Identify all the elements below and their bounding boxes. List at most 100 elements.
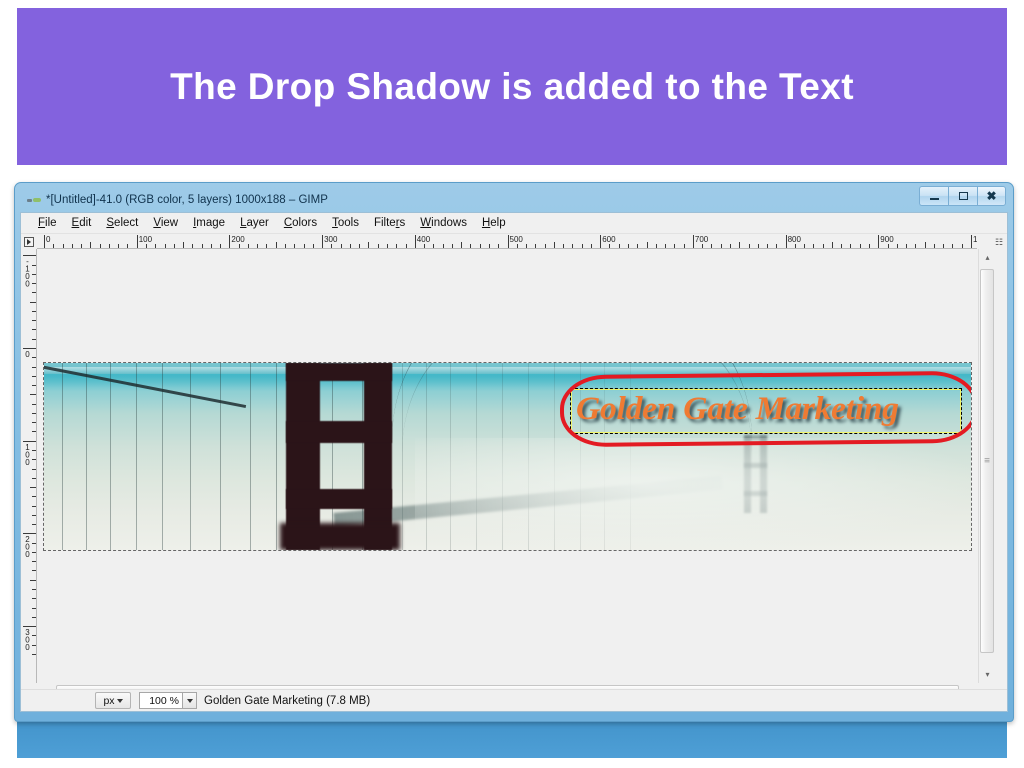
ruler-label: 800 xyxy=(787,235,801,244)
ruler-tick xyxy=(331,244,333,248)
vertical-ruler[interactable]: -100 0 100 200 300 xyxy=(21,249,37,683)
close-button[interactable]: ✖ xyxy=(977,186,1006,206)
ruler-tick xyxy=(32,598,36,600)
zoom-image-icon: ☷ xyxy=(994,236,1004,247)
ruler-tick xyxy=(563,244,565,248)
tower-crossbeam xyxy=(286,421,392,443)
ruler-tick xyxy=(238,244,240,248)
ruler-label: 0 xyxy=(46,235,51,244)
ruler-tick xyxy=(32,542,36,544)
ruler-tick xyxy=(739,242,741,248)
zoom-dropdown-button[interactable] xyxy=(183,692,197,709)
ruler-tick xyxy=(32,422,36,424)
vertical-scrollbar[interactable]: ▴ ▾ xyxy=(978,249,995,683)
ruler-tick xyxy=(869,244,871,248)
ruler-label: 300 xyxy=(23,628,32,651)
ruler-tick xyxy=(896,244,898,248)
ruler-tick xyxy=(247,244,249,248)
ruler-tick xyxy=(118,244,120,248)
ruler-tick xyxy=(155,244,157,248)
suspension-cable xyxy=(332,363,333,550)
ruler-tick xyxy=(813,244,815,248)
zoom-image-button[interactable]: ☷ xyxy=(991,235,1007,249)
ruler-tick xyxy=(303,244,305,248)
ruler-tick xyxy=(32,375,36,377)
vertical-scroll-thumb[interactable] xyxy=(980,269,994,653)
canvas-viewport[interactable]: Golden Gate Marketing xyxy=(38,250,977,683)
ruler-tick xyxy=(23,348,36,349)
ruler-tick xyxy=(507,235,509,248)
horizontal-ruler[interactable]: 0 100 200 300 400 500 600 700 800 900 1000 xyxy=(37,235,977,249)
menu-tools[interactable]: Tools xyxy=(325,215,367,231)
ruler-tick xyxy=(526,244,528,248)
minimize-button[interactable] xyxy=(919,186,948,206)
ruler-tick xyxy=(183,242,185,248)
ruler-tick xyxy=(90,242,92,248)
menu-select[interactable]: Select xyxy=(99,215,146,231)
ruler-tick xyxy=(30,579,36,581)
ruler-tick xyxy=(414,235,416,248)
menu-edit[interactable]: Edit xyxy=(65,215,100,231)
ruler-tick xyxy=(683,244,685,248)
ruler-tick xyxy=(971,235,972,248)
status-message: Golden Gate Marketing (7.8 MB) xyxy=(204,694,371,707)
window-client-area: File Edit Select View Image Layer Colors… xyxy=(20,212,1008,712)
ruler-tick xyxy=(692,235,694,248)
ruler-tick xyxy=(359,244,361,248)
window-titlebar[interactable]: *[Untitled]-41.0 (RGB color, 5 layers) 1… xyxy=(20,186,1008,212)
ruler-tick xyxy=(665,244,667,248)
ruler-tick xyxy=(32,505,36,507)
ruler-tick xyxy=(201,244,203,248)
ruler-tick xyxy=(108,244,110,248)
menu-layer[interactable]: Layer xyxy=(233,215,277,231)
ruler-tick xyxy=(32,589,36,591)
ruler-tick xyxy=(32,514,36,516)
zoom-input[interactable]: 100 % xyxy=(139,692,183,709)
ruler-label: 1000 xyxy=(973,236,977,244)
menu-arrow-icon xyxy=(24,237,34,247)
menu-filters[interactable]: Filters xyxy=(367,215,413,231)
ruler-tick xyxy=(655,244,657,248)
ruler-tick xyxy=(294,244,296,248)
ruler-tick xyxy=(32,329,36,331)
ruler-tick xyxy=(285,244,287,248)
menubar: File Edit Select View Image Layer Colors… xyxy=(21,213,1007,234)
tower-base xyxy=(280,523,400,550)
scroll-up-icon[interactable]: ▴ xyxy=(979,249,996,266)
maximize-button[interactable] xyxy=(948,186,977,206)
image-canvas[interactable]: Golden Gate Marketing xyxy=(43,362,972,551)
ruler-tick xyxy=(498,244,500,248)
scroll-down-icon[interactable]: ▾ xyxy=(979,666,996,683)
ruler-tick xyxy=(99,244,101,248)
ruler-tick xyxy=(145,244,147,248)
ruler-label: 700 xyxy=(694,235,709,244)
ruler-tick xyxy=(451,244,453,248)
ruler-label: -100 xyxy=(23,257,32,288)
ruler-tick xyxy=(275,242,277,248)
suspension-cable xyxy=(250,363,251,550)
menu-view[interactable]: View xyxy=(146,215,186,231)
menu-file[interactable]: File xyxy=(31,215,65,231)
ruler-tick xyxy=(30,487,36,489)
image-editor: 0 100 200 300 400 500 600 700 800 900 1000 -100 0 10… xyxy=(21,235,1007,711)
menu-colors[interactable]: Colors xyxy=(277,215,325,231)
ruler-tick xyxy=(32,561,36,563)
menu-help[interactable]: Help xyxy=(475,215,514,231)
ruler-tick xyxy=(164,244,166,248)
ruler-tick xyxy=(32,385,36,387)
ruler-tick xyxy=(396,244,398,248)
unit-combo[interactable]: px xyxy=(95,692,131,709)
ruler-origin-button[interactable] xyxy=(21,235,37,249)
chevron-down-icon xyxy=(186,698,193,703)
ruler-tick xyxy=(229,235,231,248)
ruler-tick xyxy=(32,366,36,368)
window-title: *[Untitled]-41.0 (RGB color, 5 layers) 1… xyxy=(46,193,328,206)
ruler-tick xyxy=(30,394,36,396)
menu-image[interactable]: Image xyxy=(186,215,233,231)
ruler-tick xyxy=(32,653,36,655)
ruler-tick xyxy=(32,431,36,433)
menu-windows[interactable]: Windows xyxy=(413,215,475,231)
ruler-tick xyxy=(32,459,36,461)
suspension-cable xyxy=(276,363,277,550)
ruler-tick xyxy=(804,244,806,248)
